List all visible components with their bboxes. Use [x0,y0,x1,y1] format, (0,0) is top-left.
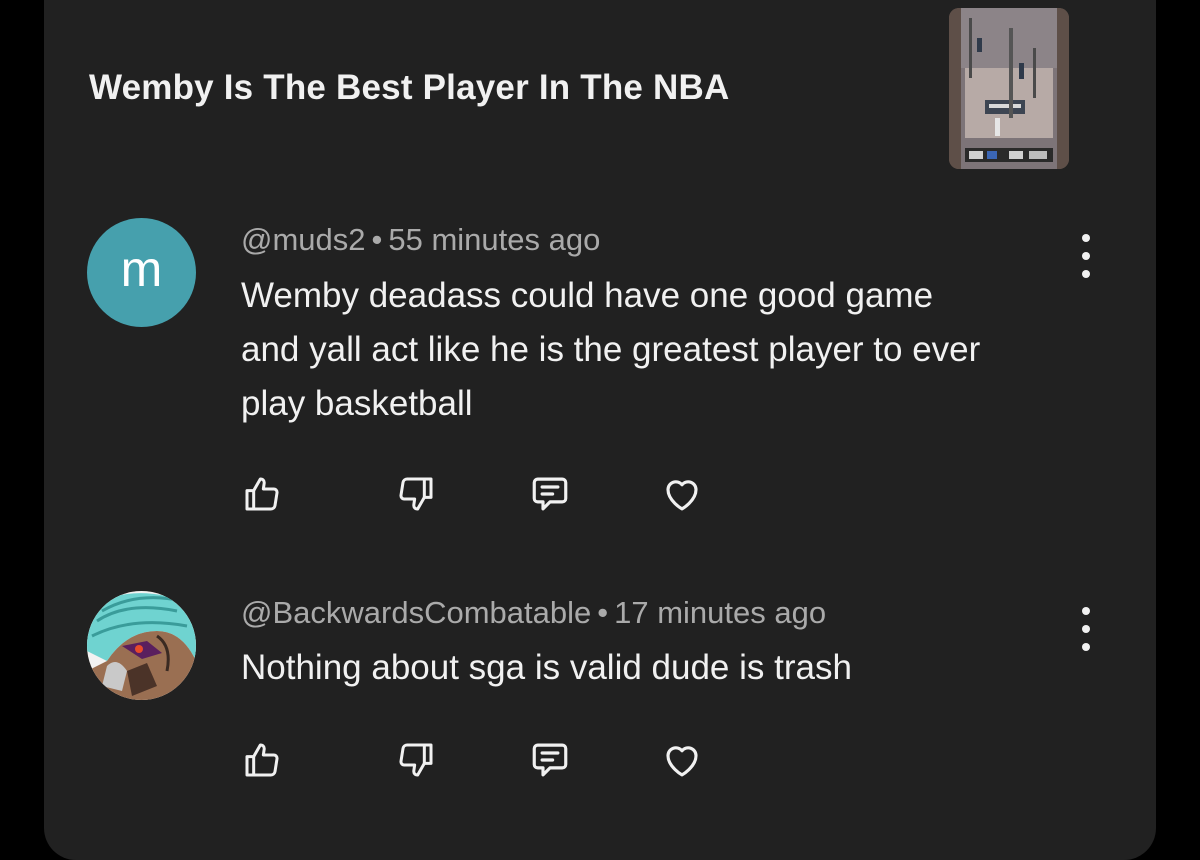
anime-character-avatar [87,591,196,700]
avatar[interactable]: m [87,218,196,327]
avatar[interactable] [87,591,196,700]
comment-author[interactable]: @muds2 [241,222,366,257]
comment-text: Wemby deadass could have one good game a… [241,276,981,423]
comment-meta: @BackwardsCombatable • 17 minutes ago [241,595,826,631]
heart-icon[interactable] [660,472,704,516]
reply-icon[interactable] [528,738,572,782]
comment-timestamp: 17 minutes ago [614,595,827,630]
comment-author[interactable]: @BackwardsCombatable [241,595,591,630]
comment-timestamp: 55 minutes ago [388,222,601,257]
thumbs-up-icon[interactable] [240,738,284,782]
comment-text: Nothing about sga is valid dude is trash [241,648,852,687]
thumbs-up-icon[interactable] [240,472,284,516]
thumbs-down-icon[interactable] [394,738,438,782]
separator-dot: • [597,595,609,630]
reply-icon[interactable] [528,472,572,516]
separator-dot: • [371,222,383,257]
video-title[interactable]: Wemby Is The Best Player In The NBA [89,68,729,108]
avatar-letter: m [120,240,163,297]
video-thumbnail[interactable] [949,8,1069,169]
heart-icon[interactable] [660,738,704,782]
comment-meta: @muds2 • 55 minutes ago [241,222,600,258]
thumbs-down-icon[interactable] [394,472,438,516]
